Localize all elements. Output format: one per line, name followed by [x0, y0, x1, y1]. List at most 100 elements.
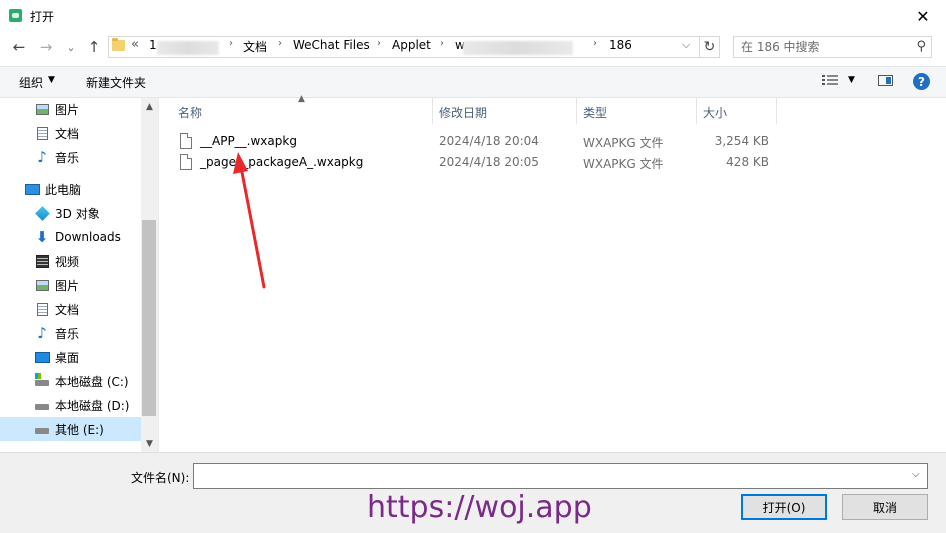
column-divider[interactable]	[776, 98, 777, 124]
sidebar-item-music[interactable]: ♪ 音乐	[0, 145, 158, 169]
breadcrumb-documents[interactable]: 文档	[243, 38, 267, 55]
sidebar-item-videos[interactable]: 视频	[0, 249, 158, 273]
breadcrumb-separator[interactable]: ›	[593, 38, 597, 49]
back-button[interactable]: ←	[8, 36, 30, 58]
breadcrumb-186[interactable]: 186	[609, 38, 632, 52]
new-folder-button[interactable]: 新建文件夹	[86, 74, 146, 91]
sidebar-item-label: 3D 对象	[55, 206, 100, 221]
documents-icon	[34, 301, 50, 317]
organize-button[interactable]: 组织	[19, 74, 43, 91]
view-options-icon[interactable]	[822, 74, 838, 86]
folder-icon	[112, 38, 125, 51]
file-modified: 2024/4/18 20:05	[439, 155, 539, 169]
file-type: WXAPKG 文件	[583, 157, 664, 171]
sidebar-item-3d-objects[interactable]: 3D 对象	[0, 201, 158, 225]
chevron-down-icon[interactable]: ⌵	[912, 469, 920, 480]
refresh-button[interactable]: ↻	[700, 36, 720, 58]
column-divider[interactable]	[432, 98, 433, 124]
watermark: https://woj.app	[367, 490, 592, 525]
file-row[interactable]: __APP__.wxapkg 2024/4/18 20:04 WXAPKG 文件…	[159, 131, 946, 152]
column-header-type[interactable]: 类型	[583, 104, 607, 121]
sidebar-item-drive-c[interactable]: 本地磁盘 (C:)	[0, 369, 158, 393]
breadcrumb-wechat-files[interactable]: WeChat Files	[293, 38, 370, 52]
file-modified: 2024/4/18 20:04	[439, 134, 539, 148]
column-header-modified[interactable]: 修改日期	[439, 104, 487, 121]
sidebar-item-drive-d[interactable]: 本地磁盘 (D:)	[0, 393, 158, 417]
breadcrumb-separator[interactable]: ›	[278, 38, 282, 49]
file-icon	[180, 133, 192, 149]
chevron-down-icon[interactable]: ▼	[48, 75, 55, 85]
file-size: 428 KB	[726, 155, 769, 169]
address-dropdown-button[interactable]: ⌵	[682, 38, 690, 52]
drive-c-icon	[34, 373, 50, 389]
forward-button[interactable]: →	[35, 36, 57, 58]
column-divider[interactable]	[696, 98, 697, 124]
search-box[interactable]: ⚲	[733, 36, 932, 58]
sidebar-item-label: 其他 (E:)	[55, 422, 104, 437]
sidebar-item-label: 视频	[55, 254, 80, 269]
path-overflow-button[interactable]: «	[131, 37, 139, 52]
breadcrumb-separator[interactable]: ›	[440, 38, 444, 49]
sidebar-item-music[interactable]: ♪ 音乐	[0, 321, 158, 345]
breadcrumb-applet[interactable]: Applet	[392, 38, 431, 52]
scroll-down-icon[interactable]: ▼	[141, 435, 158, 452]
preview-pane-icon[interactable]	[878, 75, 893, 86]
file-row[interactable]: _pages_packageA_.wxapkg 2024/4/18 20:05 …	[159, 152, 946, 173]
search-icon[interactable]: ⚲	[916, 39, 926, 54]
filename-label: 文件名(N):	[131, 471, 190, 485]
cancel-button[interactable]: 取消	[842, 494, 928, 520]
title-bar	[0, 0, 946, 32]
sidebar-item-label: Downloads	[55, 230, 121, 244]
downloads-icon: ⬇	[35, 228, 49, 246]
videos-icon	[34, 253, 50, 269]
up-button[interactable]: ↑	[83, 36, 105, 58]
close-button[interactable]: ✕	[900, 0, 946, 32]
sidebar-item-label: 本地磁盘 (D:)	[55, 398, 130, 413]
sort-ascending-icon: ▲	[298, 94, 305, 104]
sidebar-item-label: 本地磁盘 (C:)	[55, 374, 129, 389]
pictures-icon	[34, 277, 50, 293]
window-title: 打开	[30, 10, 55, 24]
sidebar-item-label: 图片	[55, 102, 80, 117]
chevron-down-icon[interactable]: ▼	[848, 75, 855, 85]
breadcrumb-separator[interactable]: ›	[229, 38, 233, 49]
column-divider[interactable]	[576, 98, 577, 124]
open-button[interactable]: 打开(O)	[741, 494, 827, 520]
sidebar-item-this-pc[interactable]: 此电脑	[0, 177, 158, 201]
pictures-icon	[34, 101, 50, 117]
sidebar-item-desktop[interactable]: 桌面	[0, 345, 158, 369]
sidebar-item-pictures[interactable]: 图片	[0, 98, 158, 121]
drive-icon	[34, 397, 50, 413]
sidebar-scrollbar-thumb[interactable]	[142, 220, 156, 416]
column-header-name[interactable]: 名称	[178, 104, 202, 121]
sidebar-item-label: 文档	[55, 126, 80, 141]
breadcrumb-separator[interactable]: ›	[377, 38, 381, 49]
sidebar-item-label: 桌面	[55, 350, 80, 365]
file-size: 3,254 KB	[714, 134, 769, 148]
sidebar-item-pictures[interactable]: 图片	[0, 273, 158, 297]
sidebar-item-label: 音乐	[55, 150, 80, 165]
redacted-path	[157, 41, 219, 55]
navigation-pane: 图片 文档 ♪ 音乐 此电脑 3D 对象 ⬇ Downloads 视频 图片 文…	[0, 98, 159, 452]
column-header-size[interactable]: 大小	[703, 104, 727, 121]
3d-objects-icon	[34, 205, 50, 221]
help-icon[interactable]: ?	[913, 73, 930, 90]
sidebar-item-label: 音乐	[55, 326, 80, 341]
sidebar-item-label: 图片	[55, 278, 80, 293]
sidebar-item-drive-e[interactable]: 其他 (E:)	[0, 417, 158, 441]
documents-icon	[34, 125, 50, 141]
file-type: WXAPKG 文件	[583, 136, 664, 150]
music-icon: ♪	[37, 148, 47, 166]
file-icon	[180, 154, 192, 170]
redacted-path	[463, 41, 573, 55]
breadcrumb-segment[interactable]: 1	[149, 38, 157, 52]
sidebar-item-documents[interactable]: 文档	[0, 121, 158, 145]
filename-input[interactable]	[193, 463, 928, 489]
desktop-icon	[34, 349, 50, 365]
recent-locations-button[interactable]: ⌄	[60, 36, 82, 58]
search-input[interactable]	[734, 37, 911, 57]
sidebar-item-downloads[interactable]: ⬇ Downloads	[0, 225, 158, 249]
file-name: __APP__.wxapkg	[200, 134, 297, 148]
sidebar-item-documents[interactable]: 文档	[0, 297, 158, 321]
scroll-up-icon[interactable]: ▲	[141, 98, 158, 115]
